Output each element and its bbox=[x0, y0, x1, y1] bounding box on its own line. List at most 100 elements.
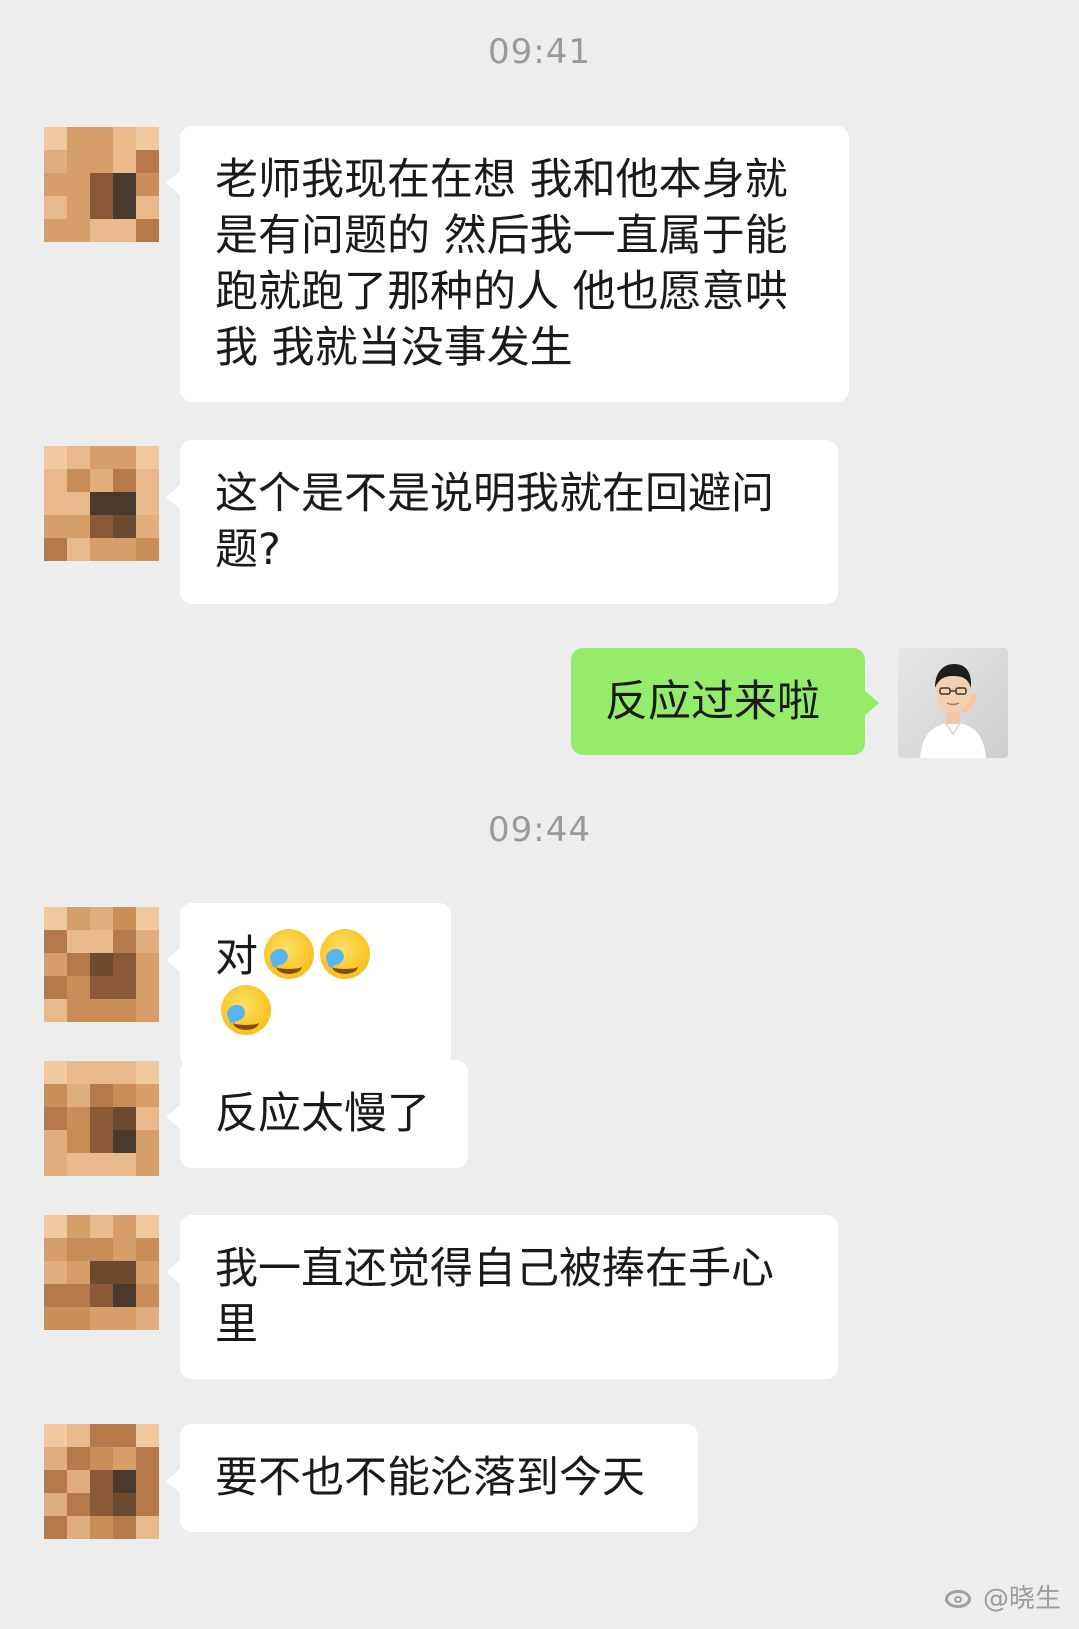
avatar-pixel bbox=[90, 930, 113, 953]
avatar-pixel bbox=[44, 1447, 67, 1470]
avatar-pixel bbox=[113, 150, 136, 173]
avatar-pixel bbox=[44, 150, 67, 173]
crying-laughing-face-icon bbox=[320, 929, 370, 979]
avatar-pixel bbox=[113, 446, 136, 469]
avatar-pixel bbox=[90, 1261, 113, 1284]
avatar-pixel bbox=[136, 1307, 159, 1330]
avatar-pixel bbox=[113, 907, 136, 930]
avatar-pixel bbox=[44, 1284, 67, 1307]
avatar-pixel bbox=[67, 469, 90, 492]
avatar-pixel bbox=[113, 1307, 136, 1330]
avatar-pixel bbox=[90, 219, 113, 242]
contact-avatar[interactable] bbox=[44, 1215, 159, 1330]
avatar-pixel bbox=[67, 446, 90, 469]
avatar-pixel bbox=[67, 999, 90, 1022]
contact-avatar[interactable] bbox=[44, 127, 159, 242]
avatar-pixel bbox=[113, 219, 136, 242]
message-bubble[interactable]: 我一直还觉得自己被捧在手心里 bbox=[166, 1215, 838, 1379]
message-bubble[interactable]: 这个是不是说明我就在回避问题? bbox=[166, 440, 838, 604]
avatar-pixel bbox=[67, 1447, 90, 1470]
message-bubble[interactable]: 对 bbox=[166, 903, 451, 1067]
avatar-pixel bbox=[44, 446, 67, 469]
avatar-pixel bbox=[113, 1153, 136, 1176]
avatar-pixel bbox=[44, 907, 67, 930]
avatar-pixel bbox=[67, 1238, 90, 1261]
avatar-pixel bbox=[136, 515, 159, 538]
avatar-pixel bbox=[136, 1493, 159, 1516]
avatar-pixel bbox=[90, 538, 113, 561]
avatar-pixel bbox=[90, 1084, 113, 1107]
avatar-pixel bbox=[67, 1470, 90, 1493]
avatar-pixel bbox=[113, 1424, 136, 1447]
avatar-pixel bbox=[113, 1284, 136, 1307]
contact-avatar[interactable] bbox=[44, 907, 159, 1022]
avatar-pixel bbox=[136, 953, 159, 976]
crying-laughing-face-icon bbox=[264, 929, 314, 979]
avatar-pixel bbox=[136, 1061, 159, 1084]
avatar-pixel bbox=[113, 492, 136, 515]
avatar-pixel bbox=[113, 930, 136, 953]
contact-avatar[interactable] bbox=[44, 446, 159, 561]
avatar-pixel bbox=[44, 492, 67, 515]
avatar-pixel bbox=[90, 976, 113, 999]
avatar-pixel bbox=[136, 219, 159, 242]
avatar-pixel bbox=[136, 1215, 159, 1238]
contact-avatar[interactable] bbox=[44, 1061, 159, 1176]
avatar-pixel bbox=[136, 930, 159, 953]
avatar-pixel bbox=[136, 907, 159, 930]
avatar-pixel bbox=[44, 976, 67, 999]
message-bubble[interactable]: 老师我现在在想 我和他本身就是有问题的 然后我一直属于能跑就跑了那种的人 他也愿… bbox=[166, 126, 849, 402]
avatar-pixel bbox=[44, 1130, 67, 1153]
avatar-pixel bbox=[90, 953, 113, 976]
avatar-pixel bbox=[136, 1107, 159, 1130]
avatar-pixel bbox=[90, 446, 113, 469]
avatar-pixel bbox=[67, 1084, 90, 1107]
avatar-pixel bbox=[44, 1238, 67, 1261]
avatar-pixel bbox=[90, 1130, 113, 1153]
avatar-pixel bbox=[90, 515, 113, 538]
avatar-pixel bbox=[136, 1424, 159, 1447]
avatar-pixel bbox=[90, 999, 113, 1022]
user-avatar[interactable] bbox=[898, 648, 1008, 758]
avatar-pixel bbox=[44, 1215, 67, 1238]
contact-avatar[interactable] bbox=[44, 1424, 159, 1539]
avatar-pixel bbox=[90, 1284, 113, 1307]
avatar-pixel bbox=[90, 1061, 113, 1084]
message-bubble[interactable]: 要不也不能沦落到今天 bbox=[166, 1424, 698, 1532]
avatar-pixel bbox=[67, 538, 90, 561]
avatar-pixel bbox=[67, 196, 90, 219]
avatar-pixel bbox=[113, 1215, 136, 1238]
avatar-pixel bbox=[113, 1107, 136, 1130]
avatar-pixel bbox=[44, 127, 67, 150]
avatar-pixel bbox=[44, 173, 67, 196]
avatar-pixel bbox=[44, 1084, 67, 1107]
avatar-pixel bbox=[136, 1130, 159, 1153]
avatar-pixel bbox=[67, 1261, 90, 1284]
watermark-text: @晓生 bbox=[982, 1584, 1061, 1614]
avatar-pixel bbox=[136, 1447, 159, 1470]
avatar-pixel bbox=[113, 1261, 136, 1284]
timestamp: 09:44 bbox=[488, 810, 591, 850]
avatar-pixel bbox=[113, 976, 136, 999]
message-bubble-outgoing[interactable]: 反应过来啦 bbox=[571, 648, 879, 755]
message-bubble[interactable]: 反应太慢了 bbox=[166, 1060, 468, 1168]
avatar-pixel bbox=[136, 1238, 159, 1261]
avatar-pixel bbox=[136, 976, 159, 999]
avatar-pixel bbox=[67, 1215, 90, 1238]
avatar-pixel bbox=[113, 1516, 136, 1539]
avatar-pixel bbox=[67, 1107, 90, 1130]
avatar-pixel bbox=[44, 1516, 67, 1539]
avatar-pixel bbox=[44, 1261, 67, 1284]
avatar-pixel bbox=[113, 1447, 136, 1470]
avatar-pixel bbox=[44, 219, 67, 242]
avatar-pixel bbox=[44, 538, 67, 561]
avatar-pixel bbox=[136, 1516, 159, 1539]
avatar-pixel bbox=[44, 469, 67, 492]
avatar-pixel bbox=[44, 1470, 67, 1493]
avatar-pixel bbox=[67, 1493, 90, 1516]
avatar-pixel bbox=[44, 1493, 67, 1516]
avatar-pixel bbox=[44, 1107, 67, 1130]
avatar-pixel bbox=[113, 1130, 136, 1153]
avatar-pixel bbox=[44, 930, 67, 953]
avatar-pixel bbox=[90, 1470, 113, 1493]
